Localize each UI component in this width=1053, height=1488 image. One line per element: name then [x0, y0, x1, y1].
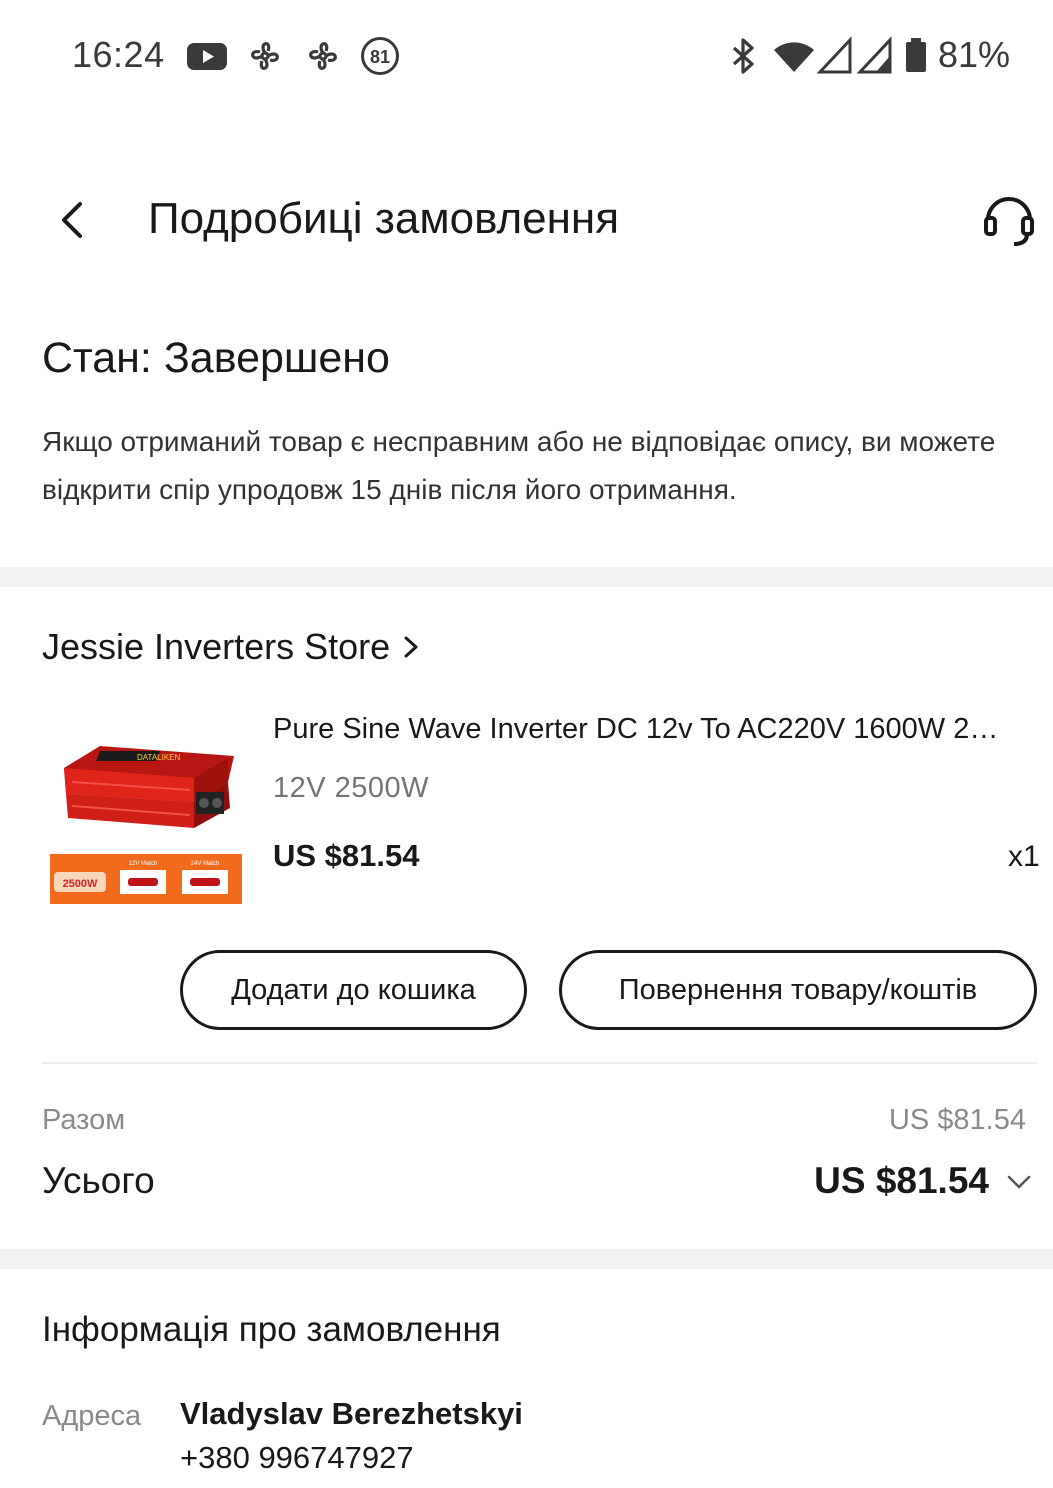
- order-status-title: Стан: Завершено: [42, 334, 390, 382]
- svg-text:12V Match: 12V Match: [129, 861, 158, 867]
- headset-icon: [984, 197, 1034, 246]
- order-details-screen: 16:24 81 81% Подробиці замовлення Стан: …: [0, 0, 1053, 1488]
- chevron-down-icon[interactable]: [1003, 1166, 1035, 1198]
- svg-text:24V Match: 24V Match: [191, 861, 220, 867]
- support-button[interactable]: [980, 186, 1038, 250]
- status-time: 16:24: [72, 34, 165, 75]
- status-bar: 16:24 81 81%: [0, 0, 1053, 110]
- signal-icon: [856, 36, 892, 74]
- order-status-description: Якщо отриманий товар є несправним або не…: [42, 426, 996, 505]
- section-divider: [0, 567, 1053, 587]
- subtotal-value: US $81.54: [888, 1104, 1026, 1136]
- product-quantity: x1: [1008, 840, 1040, 873]
- recipient-phone: +380 996747927: [180, 1440, 414, 1475]
- battery-percentage: 81%: [938, 34, 1011, 75]
- badge-81-icon: 81: [361, 37, 399, 75]
- product-variant: 12V 2500W: [273, 772, 430, 804]
- svg-text:81: 81: [370, 47, 390, 67]
- product-image[interactable]: DATALIKEN 2500W 12V Match 24V Match: [42, 718, 248, 914]
- wifi-icon: [774, 42, 814, 72]
- add-to-cart-button[interactable]: Додати до кошика: [180, 950, 527, 1030]
- bluetooth-icon: [732, 38, 754, 74]
- page-title: Подробиці замовлення: [148, 194, 620, 243]
- signal-icon: [816, 36, 852, 74]
- total-value: US $81.54: [814, 1160, 989, 1201]
- separator-line: [42, 1062, 1037, 1064]
- return-refund-button[interactable]: Повернення товару/коштів: [559, 950, 1037, 1030]
- store-link[interactable]: Jessie Inverters Store: [42, 626, 422, 668]
- back-button[interactable]: [50, 190, 100, 250]
- fan-icon: [309, 42, 337, 70]
- chevron-right-icon: [404, 636, 418, 658]
- svg-text:DATALIKEN: DATALIKEN: [137, 753, 180, 762]
- total-label: Усього: [42, 1160, 155, 1201]
- store-name: Jessie Inverters Store: [42, 626, 391, 667]
- address-label: Адреса: [42, 1400, 142, 1432]
- subtotal-label: Разом: [42, 1104, 126, 1136]
- chevron-left-icon: [62, 202, 82, 238]
- battery-icon: [906, 38, 926, 72]
- fan-icon: [251, 42, 279, 70]
- section-divider: [0, 1249, 1053, 1269]
- youtube-icon: [187, 43, 227, 70]
- svg-text:2500W: 2500W: [63, 878, 98, 890]
- product-price: US $81.54: [273, 838, 420, 873]
- order-info-title: Інформація про замовлення: [42, 1310, 501, 1349]
- recipient-name: Vladyslav Berezhetskyi: [180, 1396, 523, 1431]
- product-name[interactable]: Pure Sine Wave Inverter DC 12v To AC220V…: [273, 713, 1013, 746]
